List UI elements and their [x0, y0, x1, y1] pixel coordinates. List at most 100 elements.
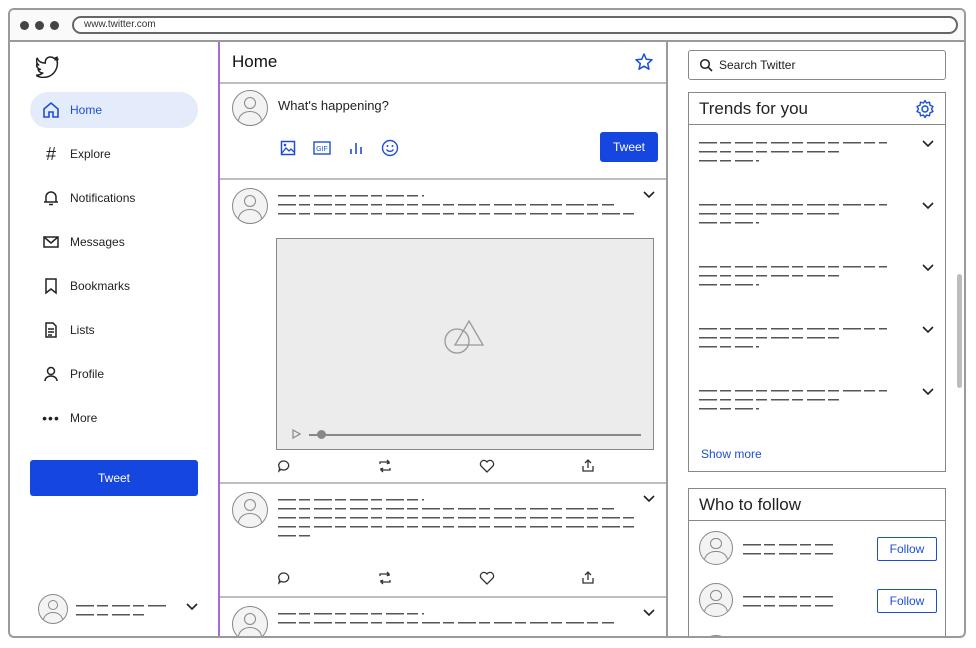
tweet-card[interactable]: [220, 484, 666, 598]
nav-item-explore[interactable]: # Explore: [30, 136, 198, 172]
who-to-follow-panel: Who to follow Follow Follow: [688, 488, 946, 636]
reply-icon[interactable]: [276, 458, 292, 474]
tweet-text: [278, 190, 638, 220]
nav-label-messages: Messages: [70, 235, 125, 249]
nav-item-lists[interactable]: Lists: [30, 312, 198, 348]
chevron-down-icon[interactable]: [642, 188, 656, 202]
nav-item-more[interactable]: ••• More: [30, 400, 198, 436]
nav-label-home: Home: [70, 103, 103, 117]
compose-tools: GIF: [278, 138, 400, 158]
suggestion-avatar: [699, 635, 733, 636]
trend-item[interactable]: [699, 385, 935, 433]
retweet-icon[interactable]: [377, 570, 393, 586]
user-icon: [42, 365, 60, 383]
twitter-logo-icon[interactable]: [36, 56, 60, 78]
nav-item-home[interactable]: Home: [30, 92, 198, 128]
chevron-down-icon[interactable]: [921, 385, 935, 399]
compose-box: What's happening? GIF Tweet: [220, 84, 666, 180]
share-icon[interactable]: [580, 458, 596, 474]
nav-item-profile[interactable]: Profile: [30, 356, 198, 392]
search-box[interactable]: Search Twitter: [688, 50, 946, 80]
chevron-down-icon[interactable]: [921, 137, 935, 151]
video-progress-track[interactable]: [309, 434, 641, 436]
share-icon[interactable]: [580, 570, 596, 586]
trend-item[interactable]: [699, 137, 935, 185]
follow-suggestion: Follow: [697, 583, 937, 623]
address-bar[interactable]: www.twitter.com: [72, 16, 958, 34]
list-icon: [42, 321, 60, 339]
account-switcher[interactable]: [34, 590, 204, 630]
chevron-down-icon[interactable]: [921, 261, 935, 275]
compose-tweet-button[interactable]: Tweet: [600, 132, 658, 162]
follow-button[interactable]: Follow: [877, 537, 937, 561]
home-icon: [42, 101, 60, 119]
nav-item-messages[interactable]: Messages: [30, 224, 198, 260]
follow-suggestion: Follow: [697, 531, 937, 571]
tweet-text: [278, 494, 638, 542]
chevron-down-icon[interactable]: [921, 199, 935, 213]
more-icon: •••: [42, 410, 60, 426]
poll-icon[interactable]: [346, 138, 366, 158]
window-dot-minimize[interactable]: [35, 21, 44, 30]
chevron-down-icon: [186, 603, 198, 611]
reply-icon[interactable]: [276, 570, 292, 586]
nav-label-explore: Explore: [70, 147, 111, 161]
svg-text:GIF: GIF: [316, 146, 328, 153]
image-icon[interactable]: [278, 138, 298, 158]
tweet-actions: [276, 570, 596, 586]
search-icon: [699, 58, 713, 72]
suggestion-name: [743, 539, 843, 560]
browser-window: www.twitter.com Home # Explore Notificat…: [8, 8, 966, 638]
emoji-icon[interactable]: [380, 138, 400, 158]
sidebar-tweet-button[interactable]: Tweet: [30, 460, 198, 496]
tweet-text: [278, 608, 638, 629]
account-avatar: [38, 594, 68, 624]
who-to-follow-title: Who to follow: [699, 495, 802, 514]
page-title: Home: [232, 52, 278, 71]
account-name-placeholder: [76, 600, 172, 621]
like-icon[interactable]: [479, 458, 495, 474]
browser-chrome: www.twitter.com: [10, 10, 964, 42]
trend-item[interactable]: [699, 261, 935, 309]
compose-input[interactable]: What's happening?: [278, 98, 389, 113]
star-icon[interactable]: [634, 52, 654, 72]
nav-label-lists: Lists: [70, 323, 95, 337]
gif-icon[interactable]: GIF: [312, 138, 332, 158]
tweet-avatar: [232, 492, 268, 528]
tweet-avatar: [232, 188, 268, 224]
play-icon[interactable]: [291, 429, 301, 439]
suggestion-name: [743, 591, 843, 612]
who-to-follow-header: Who to follow: [689, 489, 945, 521]
nav-label-notifications: Notifications: [70, 191, 136, 205]
search-input[interactable]: Search Twitter: [719, 58, 795, 72]
window-dot-maximize[interactable]: [50, 21, 59, 30]
tweet-avatar: [232, 606, 268, 636]
chevron-down-icon[interactable]: [642, 606, 656, 620]
nav-item-bookmarks[interactable]: Bookmarks: [30, 268, 198, 304]
mail-icon: [42, 233, 60, 251]
nav-item-notifications[interactable]: Notifications: [30, 180, 198, 216]
retweet-icon[interactable]: [377, 458, 393, 474]
left-sidebar: Home # Explore Notifications Messages Bo…: [10, 42, 220, 636]
timeline-header: Home: [220, 42, 666, 84]
media-placeholder-icon: [444, 319, 485, 354]
scrollbar-thumb[interactable]: [957, 274, 962, 388]
window-dot-close[interactable]: [20, 21, 29, 30]
trend-item[interactable]: [699, 199, 935, 247]
tweet-card[interactable]: [220, 180, 666, 484]
like-icon[interactable]: [479, 570, 495, 586]
suggestion-avatar: [699, 531, 733, 565]
tweet-actions: [276, 458, 596, 474]
trend-item[interactable]: [699, 323, 935, 371]
gear-icon[interactable]: [915, 99, 935, 119]
suggestion-avatar: [699, 583, 733, 617]
chevron-down-icon[interactable]: [921, 323, 935, 337]
tweet-card[interactable]: [220, 598, 666, 636]
compose-avatar: [232, 90, 268, 126]
show-more-link[interactable]: Show more: [701, 447, 762, 461]
video-player[interactable]: [276, 238, 654, 450]
trends-header: Trends for you: [689, 93, 945, 125]
follow-button[interactable]: Follow: [877, 589, 937, 613]
video-progress-handle[interactable]: [317, 430, 326, 439]
chevron-down-icon[interactable]: [642, 492, 656, 506]
